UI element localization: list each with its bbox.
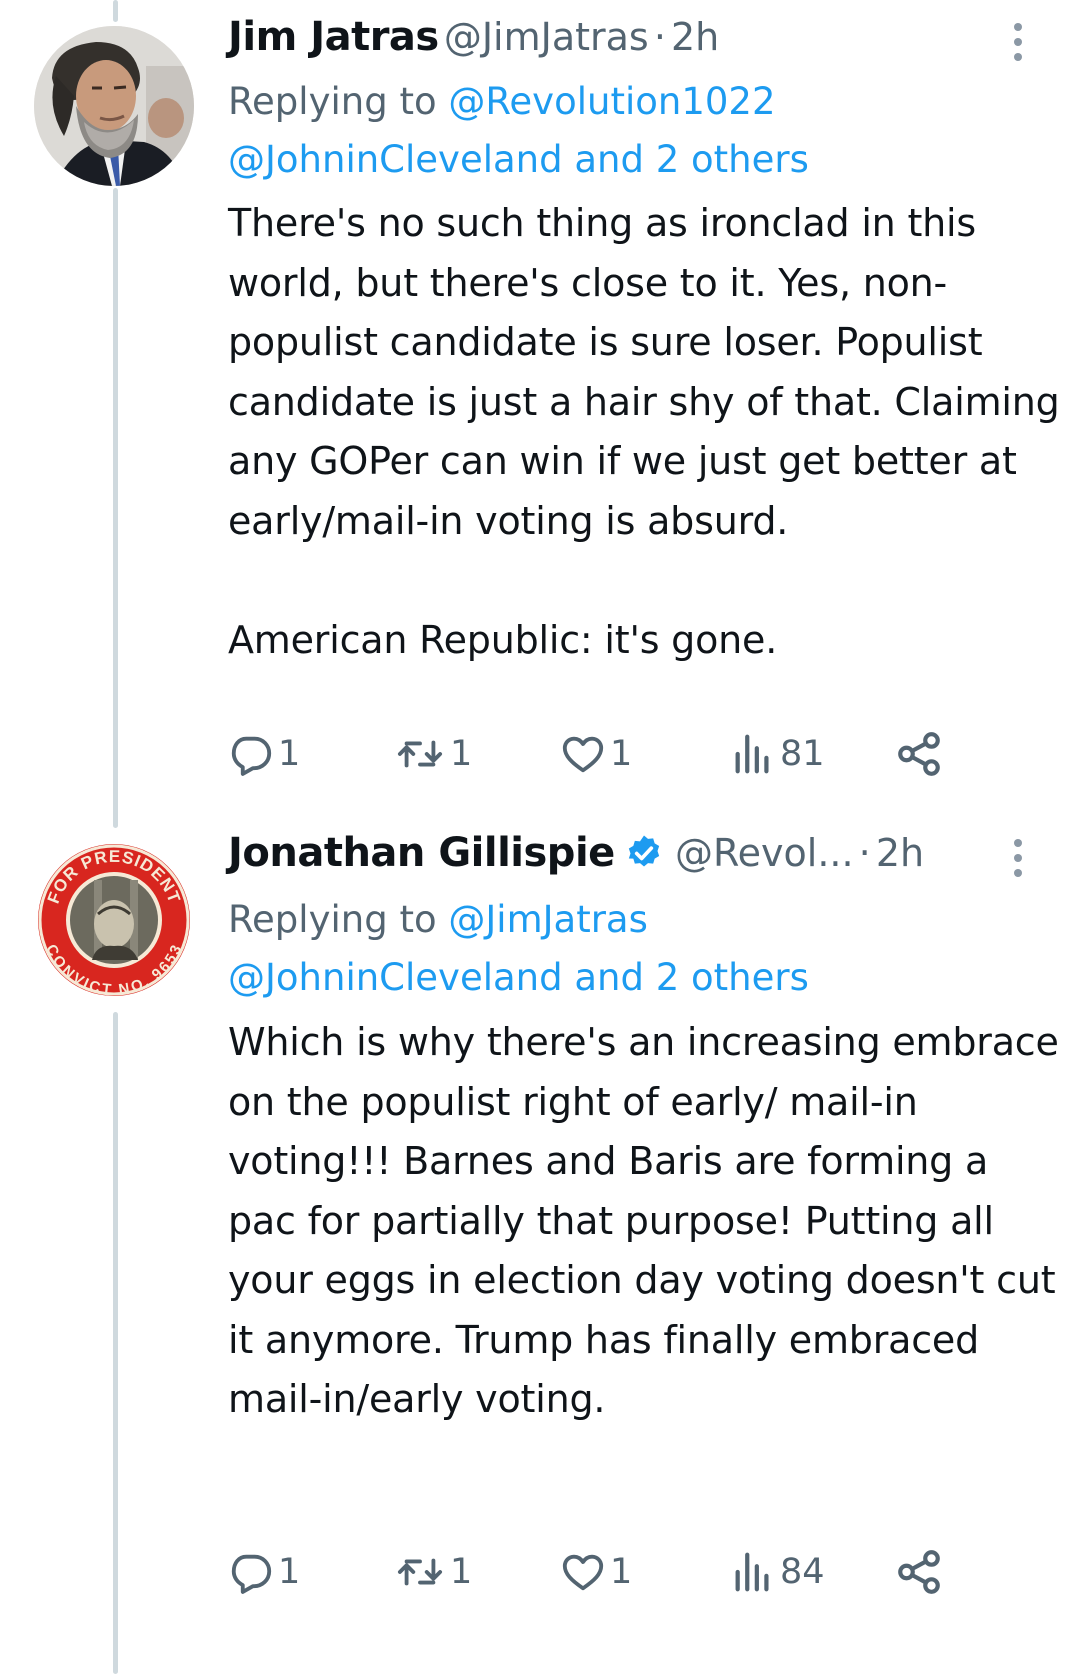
views-count: 84: [780, 1552, 825, 1592]
replying-to: Replying to @JimJatras @JohninCleveland …: [228, 891, 1040, 1007]
share-button[interactable]: [894, 1542, 944, 1602]
avatar-jonathan-gillispie[interactable]: FOR PRESIDENT CONVICT NO. 9653: [34, 840, 194, 1000]
tweet-time[interactable]: 2h: [876, 831, 924, 875]
tweet-text: Which is why there's an increasing embra…: [228, 1020, 1059, 1421]
repost-icon: [397, 1558, 443, 1586]
reply-mention-link[interactable]: @JimJatras: [448, 898, 648, 941]
like-button[interactable]: 1: [560, 1542, 632, 1602]
tweet-actions: 1 1 1 84: [228, 1542, 1028, 1602]
tweet-jonathan-gillispie[interactable]: FOR PRESIDENT CONVICT NO. 9653 Jonathan …: [0, 0, 1080, 1674]
tweet-header: Jonathan Gillispie @Revol... · 2h: [228, 830, 1050, 890]
reply-mention-others-link[interactable]: @JohninCleveland and 2 others: [228, 956, 809, 999]
views-icon: [735, 1552, 769, 1592]
reply-icon: [231, 1554, 272, 1594]
more-options-icon[interactable]: [998, 830, 1038, 886]
author-handle[interactable]: @Revol...: [675, 831, 854, 875]
like-count: 1: [610, 1552, 633, 1592]
reply-count: 1: [278, 1552, 301, 1592]
share-icon: [898, 1550, 940, 1594]
repost-count: 1: [450, 1552, 473, 1592]
replying-to-label: Replying to: [228, 898, 437, 941]
reply-button[interactable]: 1: [228, 1542, 300, 1602]
separator-dot: ·: [858, 831, 871, 875]
verified-badge-icon: [628, 835, 660, 867]
repost-button[interactable]: 1: [394, 1542, 472, 1602]
author-name[interactable]: Jonathan Gillispie: [228, 830, 615, 876]
heart-icon: [562, 1554, 604, 1591]
views-button[interactable]: 84: [730, 1542, 825, 1602]
reply-thread: Jim Jatras @JimJatras · 2h Replying to @…: [0, 0, 1080, 1674]
